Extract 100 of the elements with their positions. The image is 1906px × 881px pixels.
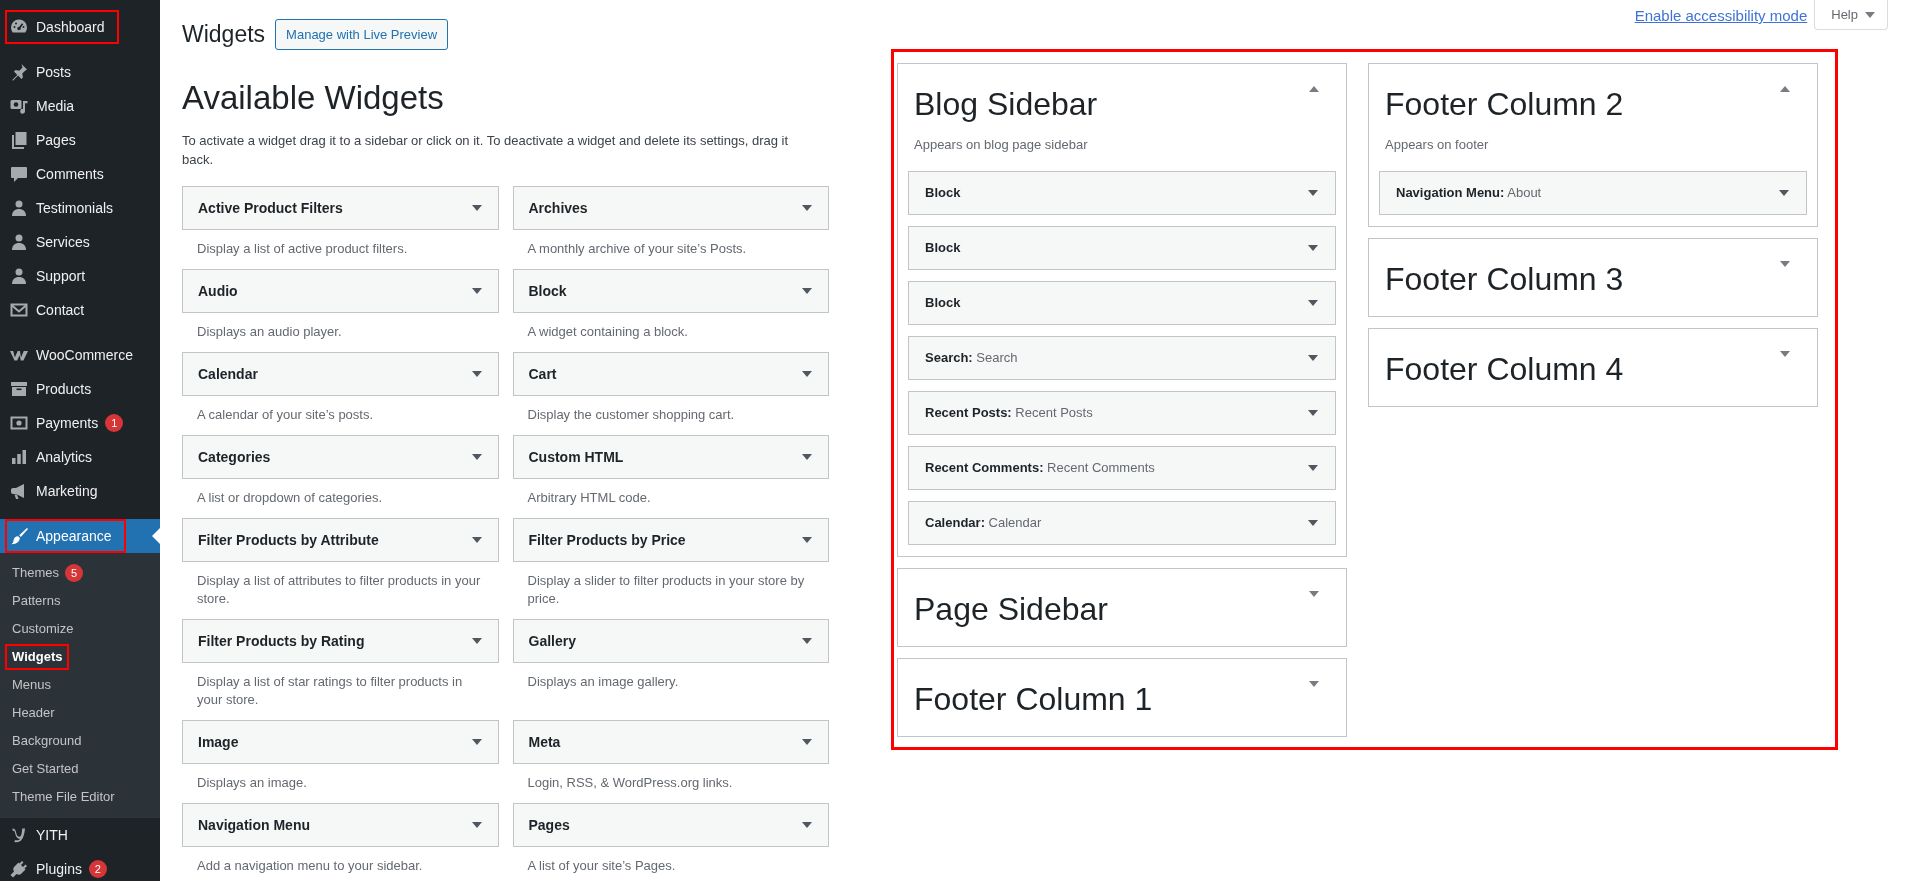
submenu-item[interactable]: Menus <box>5 672 59 698</box>
widget-description: A monthly archive of your site’s Posts. <box>526 240 748 258</box>
caret-down-icon[interactable] <box>1309 681 1319 687</box>
widget-description: Display the customer shopping cart. <box>526 406 736 424</box>
widget-item[interactable]: Meta <box>512 720 829 764</box>
widget-item[interactable]: Block <box>908 226 1336 270</box>
widget-description: Display a list of attributes to filter products in your store. <box>196 572 482 608</box>
widget-description: A list or dropdown of categories. <box>196 489 383 507</box>
widget-item[interactable]: Block <box>908 281 1336 325</box>
menu-item[interactable]: Services <box>5 225 104 259</box>
widget-item[interactable]: Block <box>908 171 1336 215</box>
widget-item[interactable]: Filter Products by Attribute <box>182 518 499 562</box>
caret-down-icon <box>802 822 812 828</box>
menu-item[interactable]: Marketing <box>5 474 112 508</box>
widget-description: Login, RSS, & WordPress.org links. <box>526 774 734 792</box>
sidebar-title: Footer Column 4 <box>1385 350 1624 389</box>
widget-description: A calendar of your site’s posts. <box>196 406 375 424</box>
help-button[interactable]: Help <box>1814 0 1888 30</box>
sidebar-description: Appears on footer <box>1385 136 1490 154</box>
widget-item[interactable]: Calendar <box>182 352 499 396</box>
submenu-item[interactable]: Widgets <box>5 644 70 670</box>
submenu-item[interactable]: Theme File Editor <box>5 784 122 810</box>
menu-item[interactable]: Testimonials <box>5 191 128 225</box>
sidebar-description: Appears on blog page sidebar <box>914 136 1089 154</box>
person-icon <box>9 232 29 252</box>
documents-icon <box>9 130 29 150</box>
widget-item[interactable]: Audio <box>182 269 499 313</box>
submenu-item[interactable]: Themes 5 <box>5 560 90 586</box>
caret-down-icon <box>471 739 482 745</box>
caret-down-icon <box>802 739 812 745</box>
speech-bubble-icon <box>9 164 29 184</box>
caret-down-icon[interactable] <box>1780 351 1790 357</box>
caret-down-icon[interactable] <box>1309 591 1319 597</box>
menu-item[interactable]: Support <box>5 259 100 293</box>
widget-item[interactable]: Calendar: Calendar <box>908 501 1336 545</box>
count-badge: 1 <box>105 414 124 432</box>
caret-up-icon[interactable] <box>1780 86 1790 92</box>
widget-item[interactable]: Custom HTML <box>512 435 829 479</box>
live-preview-button[interactable]: Manage with Live Preview <box>275 19 449 50</box>
widget-item[interactable]: Recent Posts: Recent Posts <box>908 391 1336 435</box>
caret-down-icon <box>1308 245 1318 251</box>
widget-item[interactable]: Search: Search <box>908 336 1336 380</box>
menu-item[interactable]: Plugins 2 <box>5 852 121 881</box>
submenu-item[interactable]: Background <box>5 728 89 754</box>
menu-item[interactable]: Contact <box>5 293 99 327</box>
widget-description: Display a list of star ratings to filter products in your store. <box>196 673 464 709</box>
widget-description: Display a slider to filter products in your store by price. <box>526 572 806 608</box>
submenu-item[interactable]: Patterns <box>5 588 68 614</box>
widget-item[interactable]: Gallery <box>512 619 829 663</box>
caret-down-icon <box>1308 355 1318 361</box>
widget-description: Displays an image gallery. <box>526 673 680 691</box>
sidebar-title: Footer Column 2 <box>1385 85 1624 124</box>
caret-down-icon <box>802 205 812 211</box>
widget-item[interactable]: Archives <box>512 186 829 230</box>
count-badge: 2 <box>88 860 107 878</box>
menu-item[interactable]: Appearance <box>5 519 126 553</box>
widget-item[interactable]: Active Product Filters <box>182 186 499 230</box>
widget-item[interactable]: Pages <box>512 803 829 847</box>
menu-item[interactable]: Products <box>5 372 106 406</box>
sidebar-title: Footer Column 3 <box>1385 260 1624 299</box>
caret-down-icon <box>1308 300 1318 306</box>
person-icon <box>9 198 29 218</box>
widget-item[interactable]: Image <box>182 720 499 764</box>
bar-chart-icon <box>9 447 29 467</box>
sidebar-title: Blog Sidebar <box>914 85 1098 124</box>
widget-description: Displays an audio player. <box>196 323 343 341</box>
widget-item[interactable]: Recent Comments: Recent Comments <box>908 446 1336 490</box>
widget-item[interactable]: Navigation Menu: About <box>1379 171 1807 215</box>
submenu-item[interactable]: Get Started <box>5 756 86 782</box>
caret-down-icon <box>471 454 482 460</box>
widget-description: Arbitrary HTML code. <box>526 489 652 507</box>
menu-item[interactable]: YITH <box>5 818 82 852</box>
widget-item[interactable]: Filter Products by Rating <box>182 619 499 663</box>
widget-item[interactable]: Block <box>512 269 829 313</box>
widget-item[interactable]: Filter Products by Price <box>512 518 829 562</box>
caret-down-icon <box>471 205 482 211</box>
submenu-item[interactable]: Header <box>5 700 62 726</box>
widget-item[interactable]: Categories <box>182 435 499 479</box>
caret-down-icon <box>802 454 812 460</box>
menu-item[interactable]: Pages <box>5 123 90 157</box>
menu-item[interactable]: Analytics <box>5 440 107 474</box>
widget-item[interactable]: Navigation Menu <box>182 803 499 847</box>
caret-down-icon <box>471 371 482 377</box>
caret-up-icon[interactable] <box>1309 86 1319 92</box>
submenu-item[interactable]: Customize <box>5 616 81 642</box>
widget-item[interactable]: Cart <box>512 352 829 396</box>
plug-icon <box>9 859 29 879</box>
widget-description: Displays an image. <box>196 774 308 792</box>
menu-item[interactable]: WooCommerce <box>5 338 147 372</box>
menu-item[interactable]: Media <box>5 89 89 123</box>
caret-down-icon <box>471 537 482 543</box>
caret-down-icon <box>802 371 812 377</box>
caret-down-icon[interactable] <box>1780 261 1790 267</box>
menu-item[interactable]: Comments <box>5 157 118 191</box>
menu-item[interactable]: Dashboard <box>5 10 119 44</box>
menu-item[interactable]: Posts <box>5 55 85 89</box>
menu-item[interactable]: Payments 1 <box>5 406 138 440</box>
accessibility-mode-link[interactable]: Enable accessibility mode <box>1634 6 1808 26</box>
sidebar-title: Footer Column 1 <box>914 680 1153 719</box>
caret-down-icon <box>1779 190 1789 196</box>
